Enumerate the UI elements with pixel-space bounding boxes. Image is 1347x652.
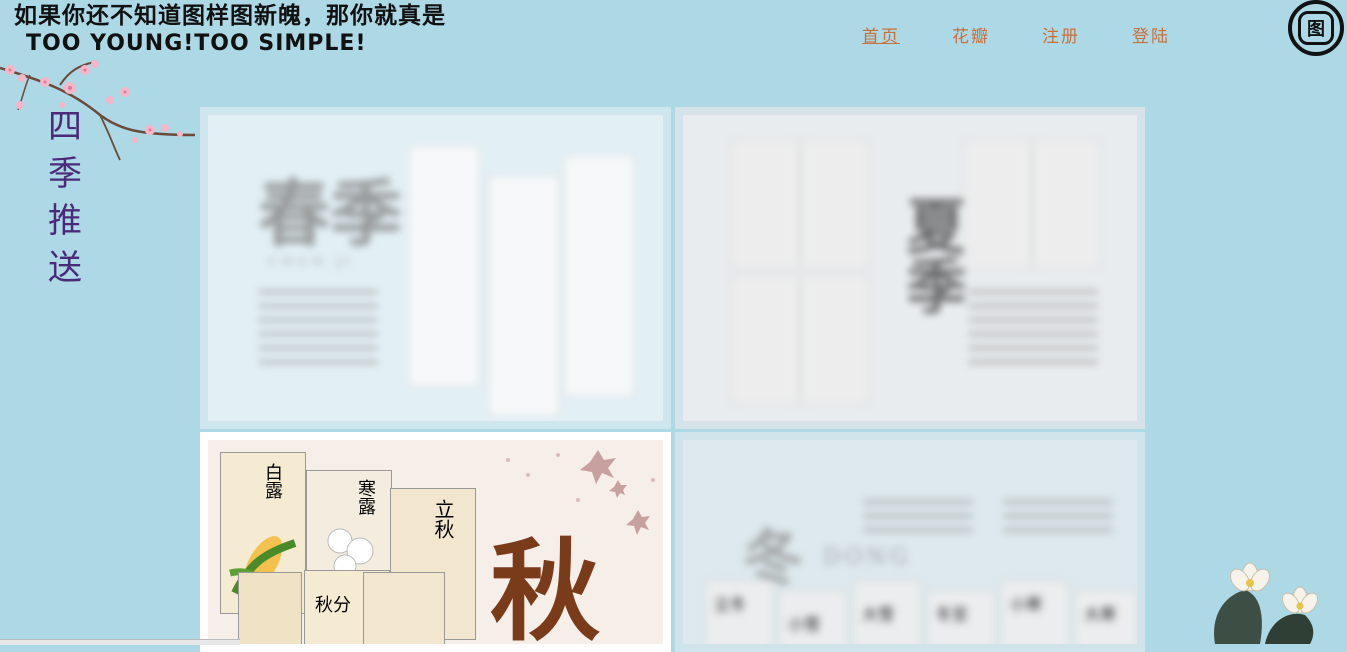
nav-register[interactable]: 注册 [1042,22,1132,47]
slogan: 如果你还不知道图样图新魄，那你就真是 TOO YOUNG!TOO SIMPLE! [14,2,446,58]
main-nav: 首页 花瓣 注册 登陆 [862,22,1222,47]
card-dahan: 大寒 [1084,605,1117,624]
logo-char: 图 [1298,11,1334,45]
blossom-branch-decoration [0,60,196,161]
card-bailu: 白露 [262,463,283,499]
slogan-line-2: TOO YOUNG!TOO SIMPLE! [26,31,367,56]
maple-leaves-decoration [506,450,655,535]
tile-winter[interactable]: 冬 DONG 立冬 小雪 大雪 冬至 小寒 大寒 [675,432,1145,652]
card-liqiu: 立秋 [431,499,455,539]
title-char: 季 [48,154,82,194]
title-char: 送 [48,248,82,288]
card-xiaoxue: 小雪 [788,615,821,634]
tile-autumn[interactable]: 白露 寒露 立秋 秋分 秋 [200,432,671,652]
slogan-line-1: 如果你还不知道图样图新魄，那你就真是 [14,3,446,29]
site-logo[interactable]: 图 [1288,0,1344,56]
tile-spring-title: 春季 [258,171,403,256]
card-lidong: 立冬 [714,595,747,614]
card-xiaohan: 小寒 [1010,595,1043,614]
tile-summer-title: 夏季 [896,195,966,315]
seasons-recommend-title: 四 季 推 送 [40,104,90,292]
card-dongzhi: 冬至 [936,605,969,624]
title-char: 四 [48,107,82,147]
tile-winter-caption: DONG [823,545,912,570]
nav-huaban[interactable]: 花瓣 [952,22,1042,47]
card-qiufen: 秋分 [315,595,351,616]
horizontal-scrollbar[interactable] [0,639,240,645]
tile-spring-caption: CHUN JI [268,255,355,270]
title-char: 推 [48,201,82,241]
card-hanlu: 寒露 [355,479,376,515]
nav-login[interactable]: 登陆 [1132,22,1222,47]
card-daxue: 大雪 [862,605,895,624]
nav-home[interactable]: 首页 [862,22,952,47]
tile-summer[interactable]: 夏季 [675,107,1145,429]
lotus-decoration [1214,562,1319,644]
tile-spring[interactable]: 春季 CHUN JI [200,107,671,429]
